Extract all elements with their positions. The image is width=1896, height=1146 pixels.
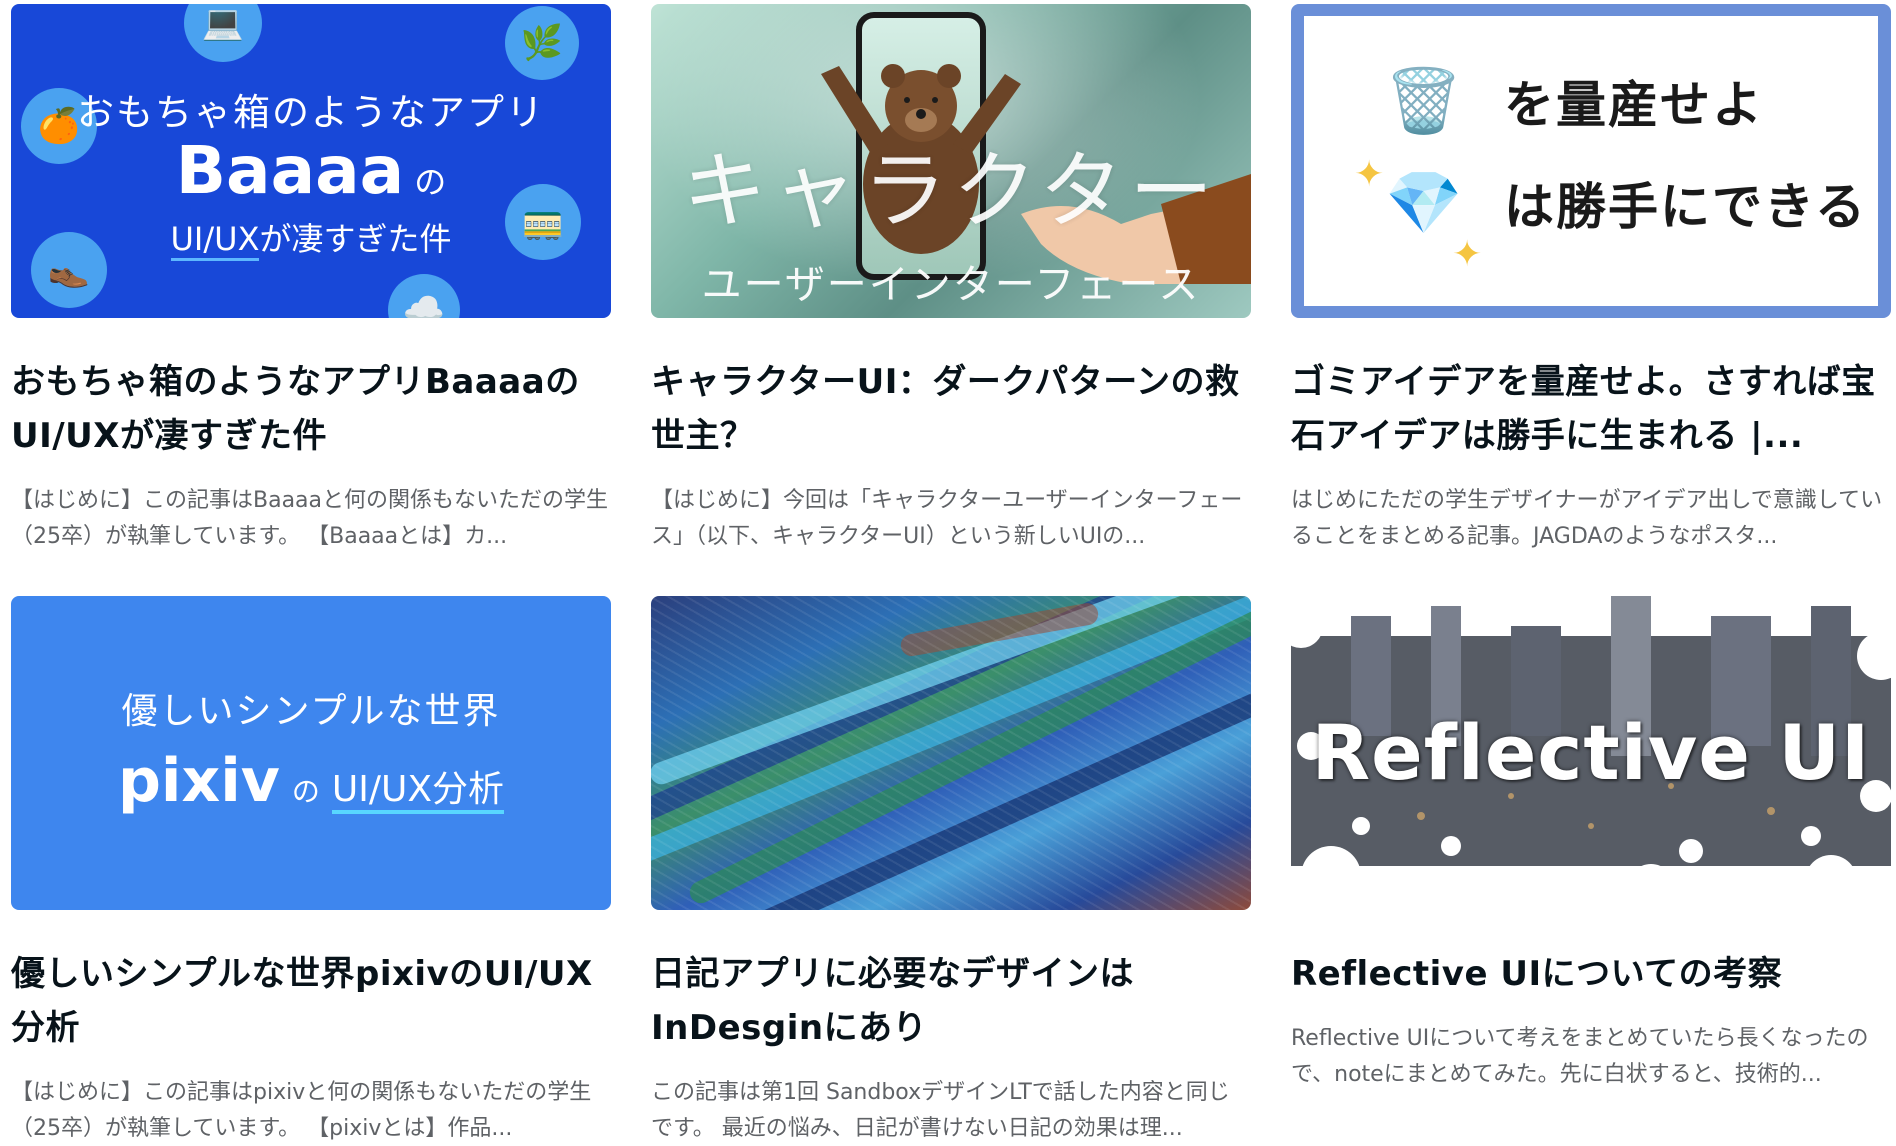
thumb-subtitle: ユーザーインターフェース (701, 262, 1201, 308)
texture-overlay (651, 596, 1251, 910)
article-card[interactable]: 🗑️ を量産せよ 💎 は勝手にできる ✦ ✦ ゴミアイデアを量産せよ。さすれば宝… (1291, 4, 1891, 555)
thumb-caption: 優しいシンプルな世界 (121, 691, 501, 732)
article-card[interactable]: 💻 🌿 🍊 🚃 👞 ☁️ おもちゃ箱のようなアプリ Baaaa の UI/UXが凄… (11, 4, 611, 555)
article-title[interactable]: キャラクターUI：ダークパターンの救世主？ (651, 355, 1251, 463)
thumb-row-text: は勝手にできる (1504, 178, 1867, 236)
laptop-icon: 💻 (184, 4, 262, 62)
article-title[interactable]: おもちゃ箱のようなアプリBaaaaのUI/UXが凄すぎた件 (11, 355, 611, 463)
thumb-row-text: を量産せよ (1504, 76, 1764, 134)
sparkle-icon: ✦ (1452, 234, 1483, 275)
thumb-brand: pixiv の UI/UX分析 (117, 746, 505, 816)
trash-can-icon: 🗑️ (1385, 64, 1463, 137)
article-thumbnail[interactable]: キャラクター ユーザーインターフェース (651, 4, 1251, 318)
article-excerpt: 【はじめに】この記事はpixivと何の関係もないただの学生（25卒）が執筆してい… (11, 1080, 592, 1141)
article-thumbnail[interactable]: 💻 🌿 🍊 🚃 👞 ☁️ おもちゃ箱のようなアプリ Baaaa の UI/UXが凄… (11, 4, 611, 318)
thumb-brand: Baaaa の (175, 132, 447, 209)
article-thumbnail[interactable]: 🗑️ を量産せよ 💎 は勝手にできる ✦ ✦ (1291, 4, 1891, 318)
article-excerpt: 【はじめに】今回は「キャラクターユーザーインターフェース」（以下、キャラクターU… (651, 488, 1243, 549)
article-card[interactable]: 日記アプリに必要なデザインはInDesginにあり この記事は第1回 Sandb… (651, 596, 1251, 1146)
article-grid: 💻 🌿 🍊 🚃 👞 ☁️ おもちゃ箱のようなアプリ Baaaa の UI/UXが凄… (0, 0, 1896, 1146)
cloud-icon: ☁️ (388, 274, 460, 318)
article-excerpt: 【はじめに】この記事はBaaaaと何の関係もないただの学生（25卒）が執筆してい… (11, 488, 609, 549)
article-card[interactable]: Reflective UI Reflective UIについての考察 Refle… (1291, 596, 1891, 1093)
article-thumbnail[interactable] (651, 596, 1251, 910)
article-title[interactable]: 優しいシンプルな世界pixivのUI/UX分析 (11, 947, 611, 1055)
thumb-title: キャラクター (682, 142, 1220, 240)
article-thumbnail[interactable]: Reflective UI (1291, 596, 1891, 910)
article-card[interactable]: キャラクター ユーザーインターフェース キャラクターUI：ダークパターンの救世主… (651, 4, 1251, 555)
article-card[interactable]: 優しいシンプルな世界 pixiv の UI/UX分析 優しいシンプルな世界pixiv… (11, 596, 611, 1146)
thumb-row: 💎 は勝手にできる (1304, 166, 1878, 240)
thumb-row: 🗑️ を量産せよ (1304, 64, 1878, 138)
thumb-frame: 🗑️ を量産せよ 💎 は勝手にできる ✦ ✦ (1304, 16, 1878, 306)
thumb-subcaption: UI/UXが凄すぎた件 (11, 214, 611, 261)
article-excerpt: はじめにただの学生デザイナーがアイデア出しで意識していることをまとめる記事。JA… (1291, 488, 1883, 549)
article-title[interactable]: ゴミアイデアを量産せよ。さすれば宝石アイデアは勝手に生まれる |... (1291, 355, 1891, 463)
thumb-caption: おもちゃ箱のようなアプリ (77, 91, 545, 134)
sparkle-icon: ✦ (1354, 154, 1385, 195)
article-thumbnail[interactable]: 優しいシンプルな世界 pixiv の UI/UX分析 (11, 596, 611, 910)
thumb-title: Reflective UI (1311, 708, 1871, 797)
article-title[interactable]: Reflective UIについての考察 (1291, 947, 1891, 1001)
article-title[interactable]: 日記アプリに必要なデザインはInDesginにあり (651, 947, 1251, 1055)
leaf-icon: 🌿 (505, 6, 579, 80)
article-excerpt: この記事は第1回 SandboxデザインLTで話した内容と同じです。 最近の悩み… (651, 1080, 1230, 1141)
article-excerpt: Reflective UIについて考えをまとめていたら長くなったので、noteに… (1291, 1026, 1869, 1087)
